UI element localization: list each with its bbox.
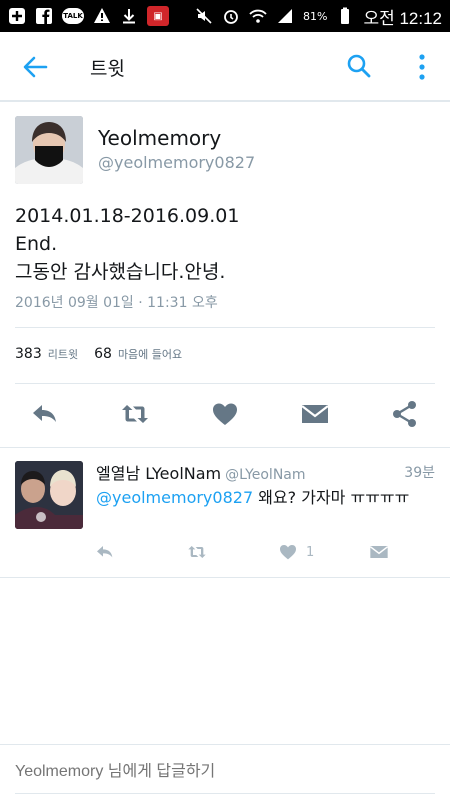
divider xyxy=(0,577,450,578)
status-indicators: 81% 오전 12:12 xyxy=(195,4,442,29)
like-button[interactable]: 1 xyxy=(278,540,314,564)
status-bar: TALK ▣ 81% 오전 12:12 xyxy=(0,0,450,32)
tweet-actions xyxy=(0,397,450,431)
user-display-name[interactable]: Yeolmemory xyxy=(98,126,221,150)
direct-message-icon[interactable] xyxy=(298,397,332,431)
reply-handle[interactable]: @LYeolNam xyxy=(225,467,305,483)
tweet-text-line: 2014.01.18-2016.09.01 xyxy=(15,205,240,227)
user-handle[interactable]: @yeolmemory0827 xyxy=(98,153,255,172)
warning-icon xyxy=(93,7,111,25)
direct-message-icon[interactable] xyxy=(369,540,389,564)
tweet-detail: Yeolmemory @yeolmemory0827 2014.01.18-20… xyxy=(0,102,450,447)
share-icon[interactable] xyxy=(388,397,422,431)
retweet-icon[interactable] xyxy=(187,540,207,564)
reply-display-name[interactable]: 엘열남 LYeolNam xyxy=(96,464,221,483)
wifi-icon xyxy=(249,7,267,25)
tweet-text-line: End. xyxy=(15,233,58,255)
divider xyxy=(15,327,435,328)
app-notification-icon: ▣ xyxy=(147,6,169,26)
tweet-timestamp: 2016년 09월 01일 · 11:31 오후 xyxy=(15,295,218,311)
retweet-count-label[interactable]: 리트윗 xyxy=(48,346,78,362)
tweet-stats: 383 리트윗 68 마음에 들어요 xyxy=(15,346,192,362)
battery-percent: 81% xyxy=(303,9,328,23)
mute-icon xyxy=(195,7,213,25)
app-bar: 트윗 xyxy=(0,32,450,102)
divider xyxy=(15,383,435,384)
facebook-icon xyxy=(35,7,53,25)
reply-icon[interactable] xyxy=(28,397,62,431)
reply-timestamp: 39분 xyxy=(404,465,435,481)
plus-box-icon xyxy=(8,7,26,25)
tweet-text: 2014.01.18-2016.09.01 End. 그동안 감사했습니다.안녕… xyxy=(15,202,239,286)
like-heart-icon[interactable] xyxy=(278,542,298,562)
clock: 오전 12:12 xyxy=(363,8,442,28)
alarm-icon xyxy=(222,7,240,25)
retweet-icon[interactable] xyxy=(118,397,152,431)
reply-user-line[interactable]: 엘열남 LYeolNam @LYeolNam xyxy=(96,460,306,484)
like-count[interactable]: 68 xyxy=(94,346,112,362)
reply-composer xyxy=(0,744,450,800)
retweet-count[interactable]: 383 xyxy=(15,346,42,362)
more-options-icon[interactable] xyxy=(412,53,432,81)
like-heart-icon[interactable] xyxy=(208,397,242,431)
reply-input[interactable] xyxy=(15,763,425,781)
search-icon[interactable] xyxy=(346,53,372,79)
reply-text: @yeolmemory0827 왜요? 가자마 ㅠㅠㅠㅠ xyxy=(96,484,409,508)
reply-tweet[interactable]: 엘열남 LYeolNam @LYeolNam 39분 @yeolmemory082… xyxy=(0,448,450,578)
status-notifications: TALK ▣ xyxy=(8,6,169,26)
reply-actions: 1 xyxy=(0,540,450,564)
kakaotalk-icon: TALK xyxy=(62,8,84,24)
divider xyxy=(15,793,435,794)
like-count-label[interactable]: 마음에 들어요 xyxy=(118,346,182,362)
avatar[interactable] xyxy=(15,461,83,529)
page-title: 트윗 xyxy=(90,58,125,80)
back-arrow-icon[interactable] xyxy=(22,54,48,80)
reply-icon[interactable] xyxy=(95,540,115,564)
signal-icon xyxy=(276,7,294,25)
reply-body: 왜요? 가자마 ㅠㅠㅠㅠ xyxy=(253,488,410,507)
mention-link[interactable]: @yeolmemory0827 xyxy=(96,488,253,507)
tweet-text-line: 그동안 감사했습니다.안녕. xyxy=(15,261,226,283)
battery-icon xyxy=(336,7,354,25)
reply-like-count: 1 xyxy=(306,544,315,560)
download-icon xyxy=(120,7,138,25)
avatar[interactable] xyxy=(15,116,83,184)
